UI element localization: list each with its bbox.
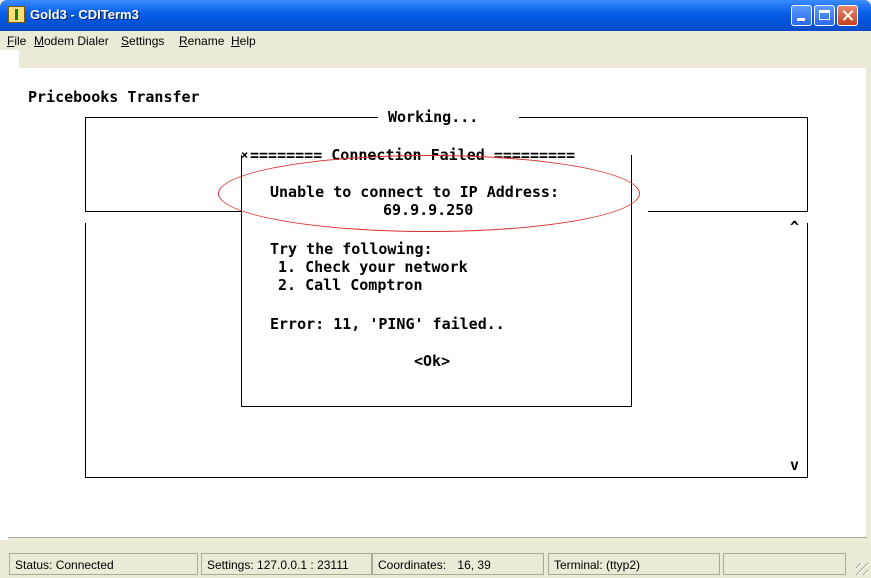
resize-grip[interactable] — [856, 563, 868, 575]
working-frame-right — [807, 117, 808, 212]
menu-settings[interactable]: Settings — [121, 34, 164, 48]
working-frame-left — [85, 117, 86, 212]
dialog-close-mark[interactable]: × — [241, 148, 248, 162]
menu-help-label: elp — [239, 34, 256, 48]
ok-button[interactable]: <Ok> — [414, 352, 450, 370]
terminal-heading: Pricebooks Transfer — [28, 88, 200, 106]
title-bar[interactable]: Gold3 - CDITerm3 — [0, 0, 871, 31]
menu-help-accel: H — [231, 34, 240, 48]
minimize-button[interactable] — [791, 5, 812, 26]
close-button[interactable] — [837, 5, 858, 26]
suggestion-item: 2. Call Comptron — [278, 276, 423, 294]
menu-rename-accel: R — [179, 34, 188, 48]
suggestion-item: 1. Check your network — [278, 258, 468, 276]
coordinates-value: 16, 39 — [457, 558, 491, 572]
working-frame-bottom-right — [648, 211, 808, 212]
menu-file-label: ile — [14, 34, 27, 48]
menu-bar: File Modem Dialer Settings Rename Help — [4, 31, 867, 50]
error-message: Error: 11, 'PING' failed.. — [270, 315, 505, 333]
working-frame-title: Working... — [388, 108, 479, 126]
menu-modem-dialer[interactable]: Modem Dialer — [34, 34, 109, 48]
scroll-down-arrow[interactable]: v — [790, 456, 799, 474]
status-bar: Status: Connected Settings: 127.0.0.1 : … — [0, 547, 871, 578]
menu-help[interactable]: Help — [231, 34, 256, 48]
menu-modem-dialer-label: odem Dialer — [44, 34, 109, 48]
suggestion-heading: Try the following: — [270, 240, 433, 258]
menu-settings-accel: S — [121, 34, 130, 48]
window-title: Gold3 - CDITerm3 — [30, 7, 139, 22]
coordinates-panel: Coordinates: 16, 39 — [372, 553, 544, 575]
maximize-button[interactable] — [814, 5, 835, 26]
dialog-bottom — [241, 406, 632, 407]
log-frame-right — [807, 223, 808, 478]
terminal-panel: Terminal: (ttyp2) — [548, 553, 720, 575]
menu-modem-dialer-accel: M — [34, 34, 44, 48]
settings-panel: Settings: 127.0.0.1 : 23111 — [201, 553, 372, 575]
menu-rename-label: ename — [187, 34, 225, 48]
terminal-area[interactable]: Pricebooks Transfer Working... ^ v × ===… — [8, 68, 866, 538]
working-frame-bottom-left — [85, 211, 243, 212]
app-window: Gold3 - CDITerm3 File Modem Dialer Setti… — [0, 0, 871, 578]
menu-file[interactable]: File — [7, 34, 26, 48]
empty-panel — [723, 553, 846, 575]
menu-rename[interactable]: Rename — [179, 34, 224, 48]
log-frame-left — [85, 223, 86, 478]
working-frame-top-left — [85, 117, 378, 118]
working-frame-top-right — [519, 117, 808, 118]
cactus-app-icon[interactable] — [8, 6, 25, 23]
highlight-oval — [218, 155, 640, 232]
menu-settings-label: ettings — [129, 34, 165, 48]
coordinates-label: Coordinates: — [378, 558, 447, 572]
scroll-up-arrow[interactable]: ^ — [790, 218, 799, 236]
log-frame-bottom — [85, 477, 808, 478]
status-panel: Status: Connected — [9, 553, 198, 575]
